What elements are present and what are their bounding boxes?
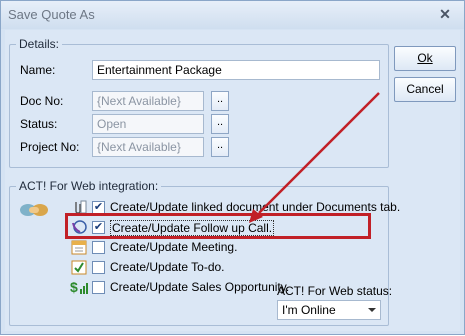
save-quote-dialog: Save Quote As ✕ Details: Name: Entertain… <box>0 0 465 335</box>
annotation-arrow <box>249 92 380 223</box>
